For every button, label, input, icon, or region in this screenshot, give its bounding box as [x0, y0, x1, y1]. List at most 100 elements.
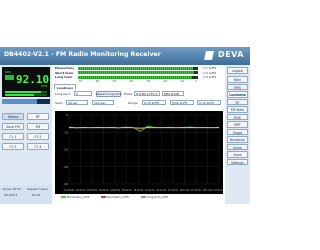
stereo-button[interactable]: Stereo — [2, 113, 24, 120]
loudness-levels: Momentary -7.1 LUFS Short term -7.0 LUFS… — [54, 66, 222, 83]
span-select-1[interactable]: 30 sec — [66, 100, 88, 105]
signal-meter-1 — [5, 91, 47, 93]
nav-rds[interactable]: RDS — [227, 113, 248, 120]
stereo-badge — [5, 75, 14, 80]
long-term-value: -7.3 LUFS — [202, 75, 217, 79]
reset-long-term-button[interactable]: Reset Long term — [96, 90, 122, 97]
save-fm-button[interactable]: Save FM — [2, 123, 24, 130]
x-tick-label: 16:10:10 — [145, 189, 155, 192]
tab-row: Loudness — [54, 84, 222, 90]
frequency-unit: MHz — [41, 84, 48, 88]
y-tick-label: -40 — [63, 182, 68, 186]
nav-logout[interactable]: Logout — [227, 67, 248, 74]
left-panel: RDS 92.10 MHz Stereo RF Save FM FM F1 1 … — [0, 65, 52, 204]
y-tick-label: -20 — [63, 148, 68, 152]
range-select-2[interactable]: 0-50 LUFS — [170, 100, 194, 105]
nav-bandscan[interactable]: Bandscan — [227, 136, 248, 143]
status-footer: 18 Jun 20:37 Session Users 08:00:11 00:0… — [0, 185, 52, 204]
tab-loudness[interactable]: Loudness — [54, 84, 76, 90]
mode-select-2[interactable]: EBU R128 — [162, 91, 184, 96]
x-tick-label: 16:09:30 — [99, 189, 109, 192]
preset-f14-button[interactable]: F1 4 — [27, 143, 49, 150]
range-label: Range — [128, 101, 138, 105]
span-select-2[interactable]: 120 sec — [92, 100, 114, 105]
nav-alarm[interactable]: Alarm — [227, 143, 248, 150]
scale-tick: -60 — [95, 80, 100, 83]
long-term-label: Long term — [55, 75, 73, 79]
signal-meter-2 — [5, 94, 47, 96]
loudness-chart-svg: 0-10-20-30-4016:09:00 16:09:10 16:09:20 16:… — [63, 113, 223, 192]
footer-time: 08:00:11 — [4, 193, 18, 197]
nav-mpt[interactable]: MPT — [227, 121, 248, 128]
preset-f13-button[interactable]: F1 3 — [2, 143, 24, 150]
x-tick-label: 16:09:10 — [76, 189, 86, 192]
footer-date: 18 Jun 20:37 — [2, 187, 22, 191]
scale-tick: -10 — [180, 80, 185, 83]
page-bottom-blank — [0, 204, 250, 250]
y-tick-label: -10 — [63, 130, 68, 134]
short-term-row: Short term -7.0 LUFS — [54, 71, 222, 75]
nav-settings[interactable]: Settings — [227, 158, 248, 165]
nav-loudness[interactable]: Loudness — [227, 91, 248, 98]
level-bar — [2, 99, 50, 104]
level-scale: -70 -60 -50 -40 -30 -20 -10 0 — [78, 80, 198, 83]
range-select-3[interactable]: 0-70 LUFS — [197, 100, 221, 105]
deva-logo-icon — [204, 51, 214, 60]
page-title: DB4402-V2.1 - FM Radio Monitoring Receiv… — [4, 51, 161, 58]
fm-button[interactable]: FM — [27, 123, 49, 130]
scale-tick: -30 — [146, 80, 151, 83]
x-tick-label: 16:09:00 — [64, 189, 74, 192]
span-label: Span — [55, 101, 63, 105]
scale-tick: -50 — [112, 80, 117, 83]
x-tick-label: 16:10:20 — [156, 189, 166, 192]
rds-indicator: RDS — [5, 70, 11, 74]
legend-item: Momentary_LUFS — [61, 196, 89, 199]
rf-button[interactable]: RF — [27, 113, 49, 120]
long-term-label: Long-term — [55, 92, 71, 96]
range-select-1[interactable]: 0-70 LUFS — [142, 100, 166, 105]
main-panel: Momentary -7.1 LUFS Short term -7.0 LUFS… — [52, 65, 225, 204]
momentary-meter — [78, 66, 194, 70]
short-term-meter — [78, 71, 195, 74]
legend-item: Long-term_LUFS — [141, 196, 168, 199]
x-tick-label: 16:11:00 — [203, 189, 213, 192]
mode-select[interactable]: ITU BS.1770-3 — [134, 91, 160, 96]
legend-swatch — [141, 196, 146, 198]
nav-main[interactable]: Main — [227, 76, 248, 83]
frequency-display: RDS 92.10 MHz — [2, 67, 50, 97]
x-tick-label: 16:09:50 — [122, 189, 132, 192]
preset-f11-button[interactable]: F1 1 — [2, 133, 24, 140]
footer-session-label: Session Users — [27, 187, 48, 191]
x-tick-label: 16:10:30 — [168, 189, 178, 192]
series-line-momentary-lufs — [68, 125, 220, 132]
footer-count: 00:01 — [32, 193, 41, 197]
chart-legend: Momentary_LUFS Short-term_LUFS Long-term… — [55, 195, 223, 201]
long-term-input[interactable]: 0 — [74, 91, 92, 96]
short-term-value: -7.0 LUFS — [202, 70, 217, 75]
scale-tick: -70 — [78, 80, 83, 83]
legend-swatch — [61, 196, 66, 198]
long-term-row: Long term -7.3 LUFS — [54, 75, 222, 79]
legend-swatch — [101, 196, 106, 198]
nav-scope[interactable]: Scope — [227, 128, 248, 135]
mode-label: Mode — [124, 92, 133, 96]
y-tick-label: -30 — [63, 165, 68, 169]
app-window: DB4402-V2.1 - FM Radio Monitoring Receiv… — [0, 0, 250, 250]
level-bar-fill — [2, 99, 37, 104]
x-tick-label: 16:11:10 — [214, 189, 223, 192]
nav-mpx[interactable]: MPX — [227, 83, 248, 90]
nav-store[interactable]: Store — [227, 151, 248, 158]
loudness-chart: 0 -10 -20 -30 -40 16:09:00 16:09:10 16:09:20 16:… — [55, 111, 223, 194]
long-term-meter — [78, 75, 192, 79]
y-tick-label: 0 — [66, 113, 68, 117]
nav-fm-stats[interactable]: FM Stats — [227, 106, 248, 113]
scale-tick: 0 — [195, 80, 197, 83]
legend-item: Short-term_LUFS — [101, 196, 129, 199]
momentary-label: Momentary — [55, 66, 75, 70]
nav-rf[interactable]: RF — [227, 98, 248, 105]
header-bar: DB4402-V2.1 - FM Radio Monitoring Receiv… — [0, 47, 250, 65]
scale-tick: -40 — [129, 80, 134, 83]
x-tick-label: 16:09:40 — [110, 189, 120, 192]
preset-f12-button[interactable]: F1 2 — [27, 133, 49, 140]
x-tick-label: 16:09:20 — [87, 189, 97, 192]
